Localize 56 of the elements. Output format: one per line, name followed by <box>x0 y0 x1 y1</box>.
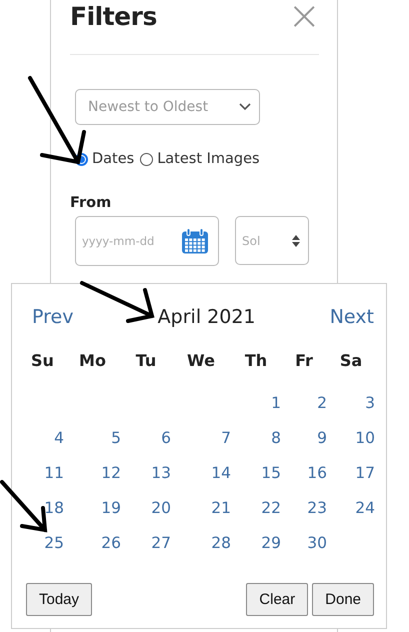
calendar-day[interactable]: 9 <box>281 421 327 456</box>
panel-title: Filters <box>70 2 157 31</box>
calendar-day[interactable]: 17 <box>327 456 375 491</box>
next-link[interactable]: Next <box>330 306 374 328</box>
month-title: April 2021 <box>158 306 256 328</box>
calendar-day[interactable]: 16 <box>281 456 327 491</box>
weekday-header: Mo <box>78 350 107 372</box>
prev-link[interactable]: Prev <box>32 306 74 328</box>
from-label: From <box>70 195 112 211</box>
calendar-day[interactable]: 26 <box>64 526 121 561</box>
weekday-header: Sa <box>338 350 364 372</box>
weekday-header: We <box>186 350 216 372</box>
weekday-header: Fr <box>294 350 314 372</box>
calendar-day[interactable]: 7 <box>171 421 231 456</box>
radio-button[interactable] <box>140 152 154 166</box>
calendar-day[interactable]: 4 <box>21 421 64 456</box>
calendar-day[interactable]: 22 <box>231 491 281 526</box>
close-button[interactable]: × <box>287 1 321 31</box>
sol-input-field[interactable]: Sol <box>235 216 309 265</box>
annotation-arrow <box>0 480 48 532</box>
calendar-day[interactable]: 8 <box>231 421 281 456</box>
calendar-day[interactable]: 1 <box>231 386 281 421</box>
calendar-day[interactable]: 24 <box>327 491 375 526</box>
calendar-day[interactable]: 14 <box>171 456 231 491</box>
chevron-down-icon <box>239 103 251 111</box>
calendar-day[interactable]: 20 <box>121 491 171 526</box>
calendar-day[interactable]: 29 <box>231 526 281 561</box>
calendar-day[interactable]: 19 <box>64 491 121 526</box>
calendar-day[interactable]: 10 <box>327 421 375 456</box>
calendar-day[interactable]: 18 <box>21 491 64 526</box>
calendar-day[interactable]: 15 <box>231 456 281 491</box>
calendar-day[interactable]: 6 <box>121 421 171 456</box>
spinner-icon <box>291 234 301 248</box>
weekday-header: Tu <box>134 350 158 372</box>
calendar-day[interactable]: 11 <box>21 456 64 491</box>
weekday-header: Su <box>30 350 55 372</box>
radio-label: Dates <box>92 151 134 167</box>
calendar-day[interactable]: 21 <box>171 491 231 526</box>
calendar-icon <box>181 228 209 254</box>
calendar-day[interactable]: 3 <box>327 386 375 421</box>
date-input-field[interactable]: yyyy-mm-dd <box>75 216 219 266</box>
weekday-header: Th <box>244 350 268 372</box>
calendar-day[interactable]: 23 <box>281 491 327 526</box>
calendar-day[interactable]: 30 <box>281 526 327 561</box>
picker-button[interactable]: Done <box>312 583 374 616</box>
sort-select[interactable]: Newest to Oldest <box>75 89 260 125</box>
calendar-day[interactable]: 13 <box>121 456 171 491</box>
picker-button[interactable]: Clear <box>246 583 308 616</box>
calendar-day[interactable]: 12 <box>64 456 121 491</box>
calendar-day[interactable]: 28 <box>171 526 231 561</box>
today-button[interactable]: Today <box>26 583 92 616</box>
calendar-day[interactable]: 25 <box>21 526 64 561</box>
calendar-day[interactable]: 5 <box>64 421 121 456</box>
calendar-day[interactable]: 2 <box>281 386 327 421</box>
calendar-day[interactable]: 27 <box>121 526 171 561</box>
radio-label: Latest Images <box>157 151 260 167</box>
